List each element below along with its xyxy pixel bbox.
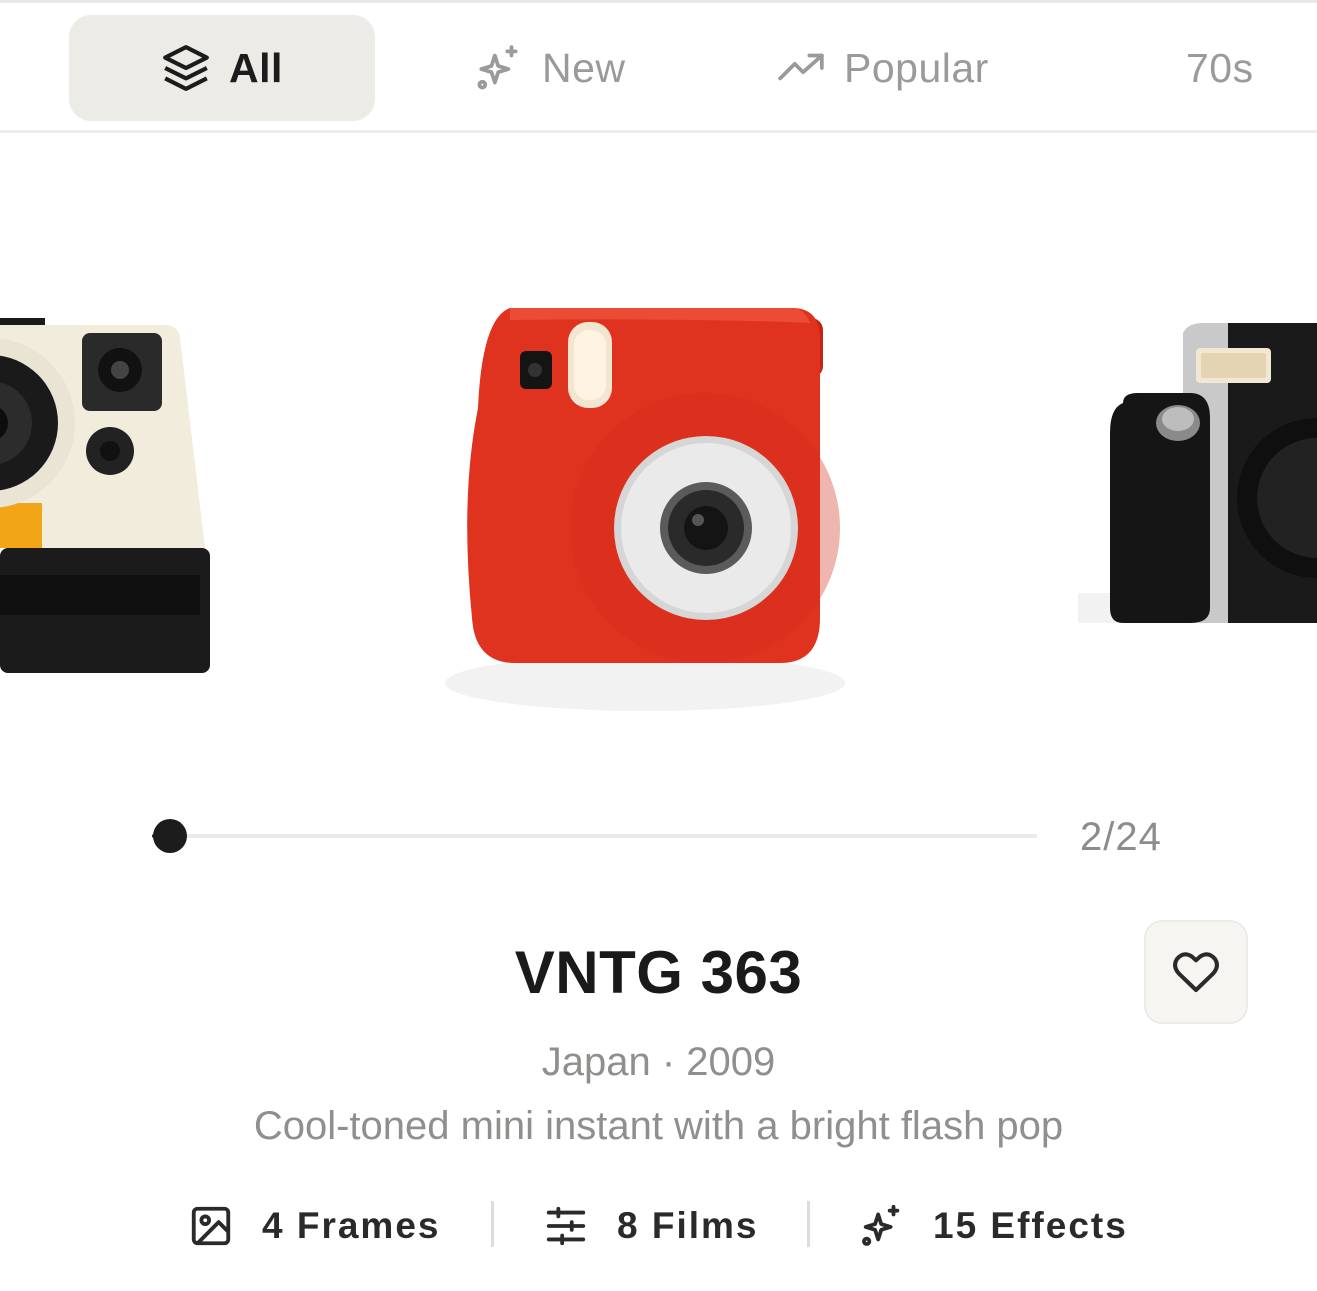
camera-name: VNTG 363 (514, 939, 803, 1006)
camera-meta: Japan · 2009 (541, 1040, 776, 1084)
stat-films[interactable]: 8 Films (543, 1198, 759, 1254)
heart-icon (1173, 952, 1219, 993)
favorite-button[interactable] (1144, 920, 1248, 1024)
tab-label: 70s (1186, 44, 1254, 91)
category-tabs: All New Popular 70s (0, 3, 1317, 133)
carousel-counter: 2/24 (1080, 815, 1162, 859)
progress-thumb[interactable] (152, 819, 187, 853)
carousel-progress-bar[interactable] (152, 819, 1037, 853)
camera-thumbnail-left[interactable] (0, 313, 215, 673)
tab-label: Popular (844, 44, 989, 91)
stat-frames[interactable]: 4 Frames (188, 1198, 441, 1254)
stat-effects[interactable]: 15 Effects (859, 1198, 1128, 1254)
trending-up-icon (778, 53, 824, 81)
tab-label: New (542, 44, 626, 91)
camera-image-featured (445, 308, 845, 711)
stat-label: 15 Effects (933, 1205, 1128, 1246)
layers-icon (163, 45, 209, 91)
sparkles-icon (477, 45, 518, 90)
stat-label: 8 Films (617, 1205, 759, 1246)
camera-carousel[interactable] (0, 133, 1317, 813)
tab-popular[interactable]: Popular (776, 15, 989, 121)
camera-thumbnail-right[interactable] (1078, 323, 1317, 643)
sparkles-icon (862, 1204, 900, 1246)
camera-stats: 4 Frames 8 Films 15 Effects (0, 1198, 1317, 1254)
camera-description: Cool-toned mini instant with a bright fl… (253, 1104, 1064, 1148)
tab-label: All (229, 44, 283, 91)
tab-new[interactable]: New (474, 15, 626, 121)
stat-label: 4 Frames (262, 1205, 441, 1246)
tab-70s[interactable]: 70s (1186, 15, 1254, 121)
stat-divider (491, 1201, 494, 1247)
tab-all[interactable]: All (69, 15, 375, 121)
image-icon (191, 1206, 231, 1246)
sliders-icon (546, 1206, 586, 1246)
stat-divider (807, 1201, 810, 1247)
